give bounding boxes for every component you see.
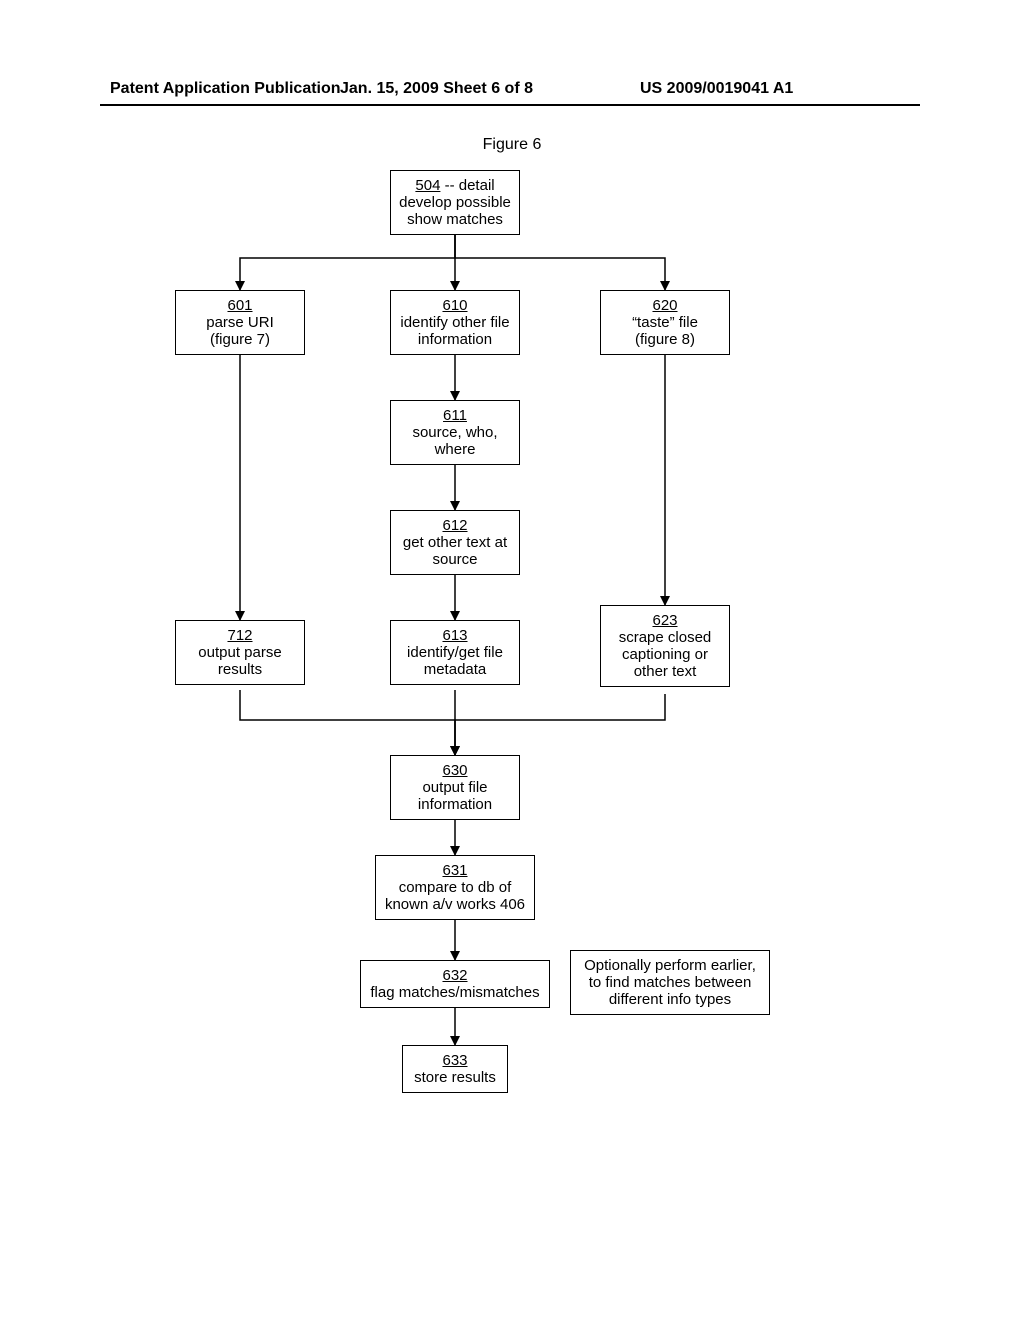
box-610: 610 identify other file information — [390, 290, 520, 355]
box-610-num: 610 — [442, 297, 467, 314]
box-632-num: 632 — [442, 967, 467, 984]
box-630-num: 630 — [442, 762, 467, 779]
box-630-body: output file information — [418, 779, 492, 813]
box-504-num: 504 — [415, 177, 440, 194]
box-620-num: 620 — [652, 297, 677, 314]
box-623: 623 scrape closed captioning or other te… — [600, 605, 730, 687]
header-mid: Jan. 15, 2009 Sheet 6 of 8 — [340, 80, 533, 98]
box-632: 632 flag matches/mismatches — [360, 960, 550, 1008]
box-612-body: get other text at source — [403, 534, 507, 568]
box-504-suffix: -- detail — [440, 177, 494, 194]
box-712-body: output parse results — [198, 644, 281, 678]
header-left: Patent Application Publication — [110, 80, 341, 98]
box-712-num: 712 — [227, 627, 252, 644]
box-631-num: 631 — [442, 862, 467, 879]
box-610-body: identify other file information — [400, 314, 509, 348]
box-613-num: 613 — [442, 627, 467, 644]
box-623-num: 623 — [652, 612, 677, 629]
box-630: 630 output file information — [390, 755, 520, 820]
figure-title: Figure 6 — [0, 136, 1024, 154]
box-620-body: “taste” file (figure 8) — [632, 314, 698, 348]
box-613-body: identify/get file metadata — [407, 644, 503, 678]
box-504-body: develop possible show matches — [399, 194, 511, 228]
box-620: 620 “taste” file (figure 8) — [600, 290, 730, 355]
box-note: Optionally perform earlier, to find matc… — [570, 950, 770, 1015]
box-633: 633 store results — [402, 1045, 508, 1093]
box-601-num: 601 — [227, 297, 252, 314]
box-611-body: source, who, where — [412, 424, 497, 458]
box-601: 601 parse URI (figure 7) — [175, 290, 305, 355]
box-611-num: 611 — [443, 407, 467, 424]
box-632-body: flag matches/mismatches — [370, 984, 539, 1001]
box-633-num: 633 — [442, 1052, 467, 1069]
box-612-num: 612 — [442, 517, 467, 534]
box-612: 612 get other text at source — [390, 510, 520, 575]
box-712: 712 output parse results — [175, 620, 305, 685]
box-601-body: parse URI (figure 7) — [206, 314, 274, 348]
box-611: 611 source, who, where — [390, 400, 520, 465]
header-rule — [100, 104, 920, 106]
box-note-body: Optionally perform earlier, to find matc… — [584, 957, 756, 1008]
header-pub: US 2009/0019041 A1 — [640, 80, 793, 98]
box-613: 613 identify/get file metadata — [390, 620, 520, 685]
box-633-body: store results — [414, 1069, 496, 1086]
box-623-body: scrape closed captioning or other text — [619, 629, 712, 680]
box-631: 631 compare to db of known a/v works 406 — [375, 855, 535, 920]
box-504: 504 -- detail develop possible show matc… — [390, 170, 520, 235]
box-631-body: compare to db of known a/v works 406 — [385, 879, 525, 913]
